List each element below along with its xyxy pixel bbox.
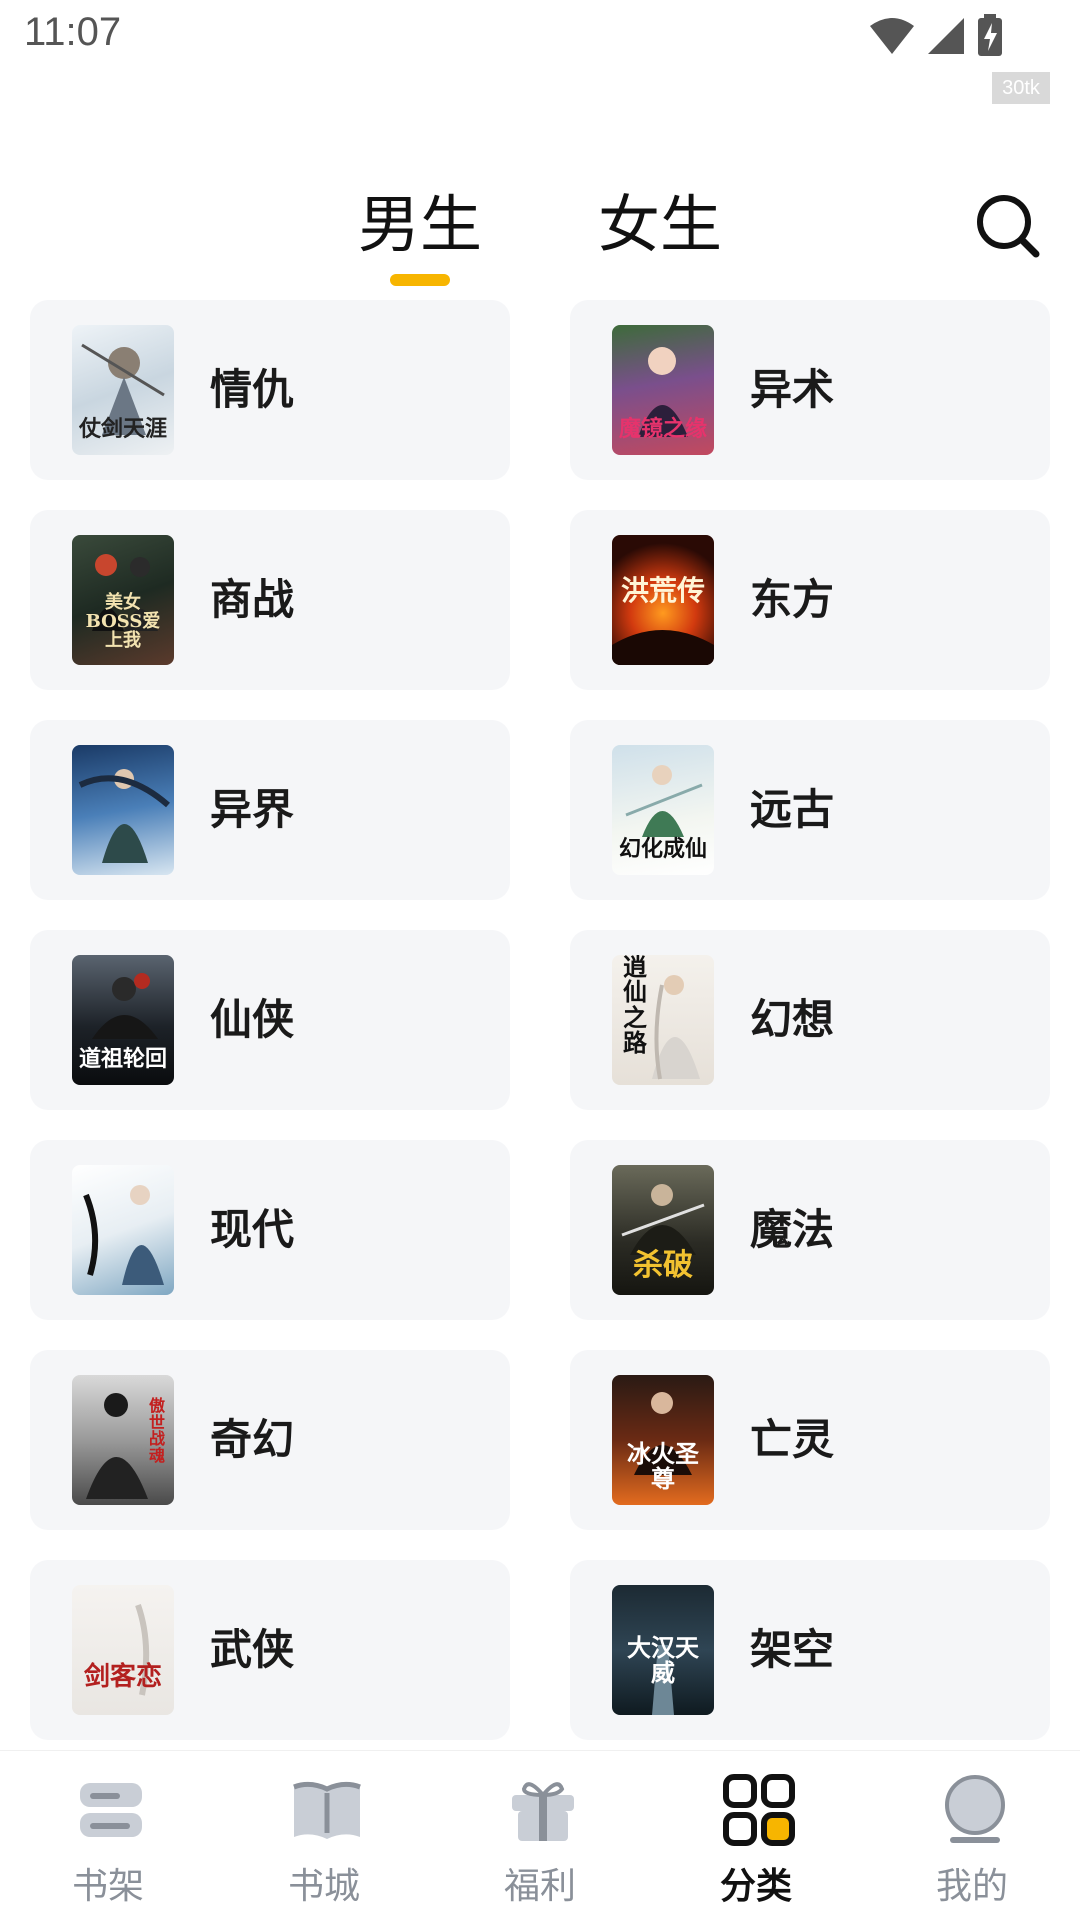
cover-art <box>83 1185 164 1285</box>
nav-item-profile[interactable]: 我的 <box>864 1751 1080 1920</box>
category-label: 架空 <box>750 1625 835 1674</box>
cover-title: 道祖轮回 <box>78 1045 167 1072</box>
category-label: 商战 <box>210 575 295 624</box>
nav-item-category[interactable]: 分类 <box>648 1751 864 1920</box>
cover-title: 洪荒传 <box>620 573 705 607</box>
book-cover: 杀破 <box>612 1165 714 1295</box>
category-card[interactable]: 仗剑天涯 情仇 <box>30 300 510 480</box>
signal-icon <box>928 18 964 54</box>
category-label: 奇幻 <box>210 1415 295 1464</box>
tab-male[interactable]: 男生 <box>350 180 490 270</box>
book-cover: 道祖轮回 <box>72 955 174 1085</box>
category-label: 魔法 <box>750 1205 835 1254</box>
cover-title: 魔镜之缘 <box>618 415 707 442</box>
profile-icon <box>945 1775 1005 1843</box>
category-card[interactable]: 异界 <box>30 720 510 900</box>
bookshelf-icon <box>80 1783 142 1837</box>
nav-label: 书城 <box>287 1866 360 1907</box>
cover-title: 傲世战魂 <box>148 1395 165 1466</box>
cover-title: 仗剑天涯 <box>78 415 167 442</box>
category-card[interactable]: 杀破 魔法 <box>570 1140 1050 1320</box>
category-card[interactable]: 魔镜之缘 异术 <box>570 300 1050 480</box>
gender-tabs: 男生 女生 <box>0 180 1080 290</box>
nav-item-bookstore[interactable]: 书城 <box>216 1751 432 1920</box>
cover-title: 冰火圣尊 <box>627 1438 699 1493</box>
book-cover: 逍仙之路 <box>612 955 714 1085</box>
book-cover: 剑客恋 <box>72 1585 174 1715</box>
category-card[interactable]: 洪荒传 东方 <box>570 510 1050 690</box>
nav-label: 我的 <box>935 1866 1008 1907</box>
category-card[interactable]: 美女BOSS爱上我 商战 <box>30 510 510 690</box>
nav-label: 分类 <box>719 1866 792 1907</box>
gift-icon <box>512 1782 574 1841</box>
category-card[interactable]: 道祖轮回 仙侠 <box>30 930 510 1110</box>
book-cover: 美女BOSS爱上我 <box>72 535 174 665</box>
cover-title: 杀破 <box>633 1247 693 1283</box>
cover-title: 逍仙之路 <box>623 955 647 1057</box>
category-label: 亡灵 <box>750 1415 835 1464</box>
book-cover: 幻化成仙 <box>612 745 714 875</box>
category-label: 远古 <box>750 785 835 834</box>
nav-label: 福利 <box>503 1866 576 1907</box>
category-card[interactable]: 现代 <box>30 1140 510 1320</box>
search-icon[interactable] <box>972 190 1044 262</box>
category-label: 异术 <box>750 365 835 414</box>
category-label: 武侠 <box>210 1625 295 1674</box>
category-card[interactable]: 大汉天威 架空 <box>570 1560 1050 1740</box>
wifi-icon <box>870 18 914 54</box>
cover-title: 大汉天威 <box>627 1632 699 1687</box>
fps-badge: 30tk <box>992 72 1050 104</box>
book-cover: 魔镜之缘 <box>612 325 714 455</box>
category-label: 东方 <box>750 575 835 624</box>
nav-label: 书架 <box>71 1866 144 1907</box>
book-cover: 傲世战魂 <box>72 1375 174 1505</box>
bottom-nav: 书架 书城 福利 分类 我的 <box>0 1750 1080 1920</box>
cover-art <box>78 769 170 863</box>
book-cover <box>72 1165 174 1295</box>
category-card[interactable]: 逍仙之路 幻想 <box>570 930 1050 1110</box>
status-bar: 11:07 30tk <box>0 0 1080 104</box>
category-grid-icon <box>723 1774 795 1846</box>
category-card[interactable]: 傲世战魂 奇幻 <box>30 1350 510 1530</box>
status-icons <box>868 14 1004 58</box>
category-label: 现代 <box>210 1205 295 1254</box>
book-cover: 仗剑天涯 <box>72 325 174 455</box>
book-cover: 洪荒传 <box>612 535 714 665</box>
cover-title: 幻化成仙 <box>618 835 707 862</box>
category-label: 仙侠 <box>210 995 295 1044</box>
category-label: 幻想 <box>750 995 835 1044</box>
battery-icon <box>978 14 1002 56</box>
category-label: 情仇 <box>210 365 295 414</box>
nav-item-bookshelf[interactable]: 书架 <box>0 1751 216 1920</box>
book-cover: 冰火圣尊 <box>612 1375 714 1505</box>
book-cover <box>72 745 174 875</box>
category-card[interactable]: 冰火圣尊 亡灵 <box>570 1350 1050 1530</box>
status-time: 11:07 <box>24 10 122 54</box>
active-tab-indicator <box>390 274 450 286</box>
tab-female[interactable]: 女生 <box>590 180 730 270</box>
open-book-icon <box>293 1781 361 1839</box>
nav-item-benefits[interactable]: 福利 <box>432 1751 648 1920</box>
cover-title: 剑客恋 <box>83 1661 162 1692</box>
book-cover: 大汉天威 <box>612 1585 714 1715</box>
cover-title: 美女BOSS爱上我 <box>85 592 161 652</box>
cover-art <box>135 1604 150 1696</box>
category-card[interactable]: 幻化成仙 远古 <box>570 720 1050 900</box>
category-label: 异界 <box>210 785 295 834</box>
category-card[interactable]: 剑客恋 武侠 <box>30 1560 510 1740</box>
